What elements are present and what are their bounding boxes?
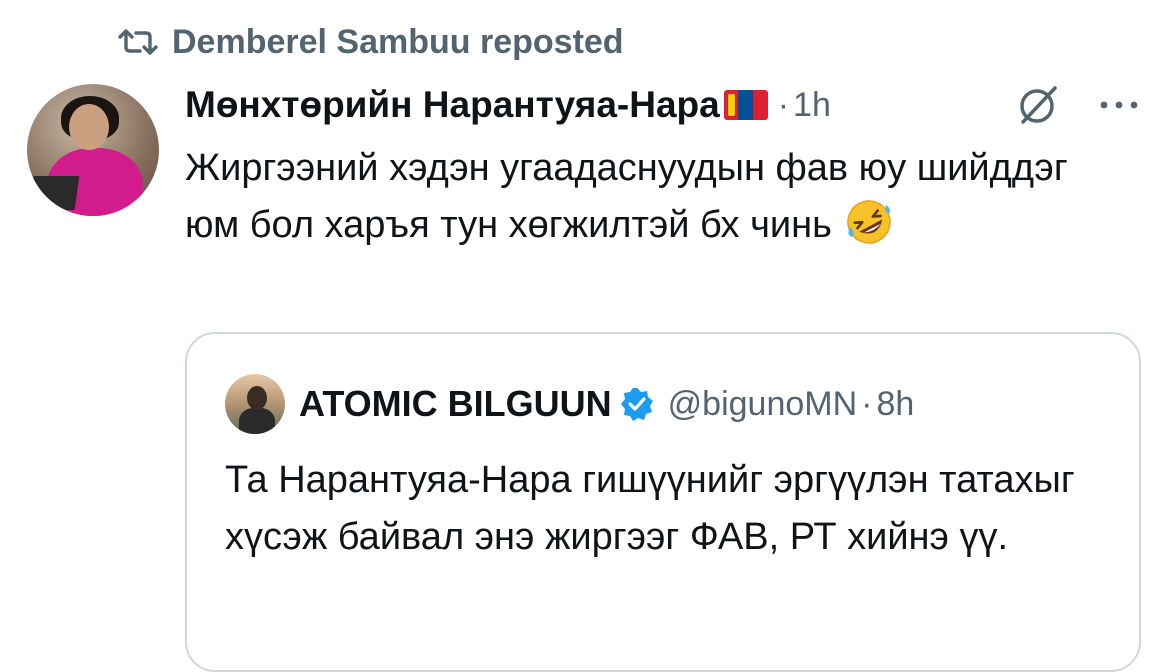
mongolia-flag-icon <box>723 90 768 120</box>
more-options-icon[interactable] <box>1096 90 1142 120</box>
verified-badge-icon <box>620 388 653 421</box>
repost-context[interactable]: Demberel Sambuu reposted <box>118 22 624 62</box>
author-avatar[interactable] <box>27 84 159 216</box>
quoted-tweet-timestamp[interactable]: 8h <box>876 385 914 424</box>
author-name[interactable]: Мөнхтөрийн Нарантуяа-Нара <box>185 84 720 126</box>
repost-icon <box>118 29 158 55</box>
tweet-body: Жиргээний хэдэн угаадаснуудын фав юу ший… <box>185 140 1085 254</box>
tweet-timestamp[interactable]: 1h <box>793 86 831 125</box>
quoted-author-name[interactable]: ATOMIC BILGUUN <box>299 383 612 425</box>
quoted-tweet-card[interactable]: ATOMIC BILGUUN @bigunoMN · 8h Та Наранту… <box>185 332 1141 672</box>
quoted-author-avatar[interactable] <box>225 374 285 434</box>
separator-dot: · <box>777 85 790 124</box>
quoted-tweet-text: Та Нарантуяа-Нара гишүүнийг эргүүлэн тат… <box>225 459 1075 558</box>
rolling-on-floor-laughing-emoji <box>847 200 892 244</box>
separator-dot: · <box>861 384 873 423</box>
repost-label[interactable]: Demberel Sambuu reposted <box>172 23 624 62</box>
grok-icon[interactable] <box>1015 84 1059 128</box>
quoted-author-handle[interactable]: @bigunoMN <box>668 385 858 424</box>
tweet-header: Мөнхтөрийн Нарантуяа-Нара · 1h <box>185 80 831 130</box>
quoted-tweet-header: ATOMIC BILGUUN @bigunoMN · 8h <box>225 372 914 436</box>
tweet-text: Жиргээний хэдэн угаадаснуудын фав юу ший… <box>185 147 1068 246</box>
